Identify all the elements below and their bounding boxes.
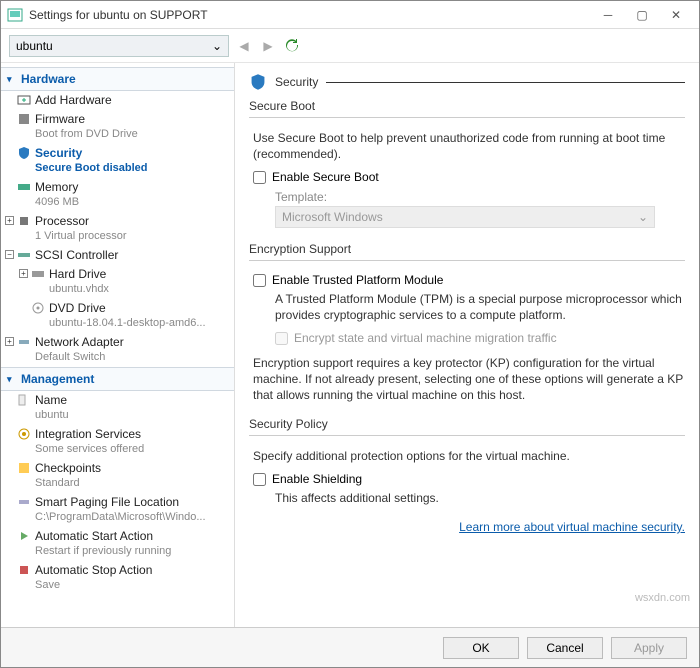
template-dropdown: Microsoft Windows ⌄ — [275, 206, 655, 228]
window-titlebar: Settings for ubuntu on SUPPORT ─ ▢ ✕ — [1, 1, 699, 29]
minimize-button[interactable]: ─ — [591, 4, 625, 26]
autostop-icon — [17, 563, 31, 577]
tree-network[interactable]: + Network Adapter Default Switch — [1, 333, 234, 367]
tree-add-hardware[interactable]: Add Hardware — [1, 91, 234, 110]
firmware-icon — [17, 112, 31, 126]
shield-icon — [249, 73, 267, 91]
watermark: wsxdn.com — [635, 592, 690, 604]
add-hardware-icon — [17, 93, 31, 107]
dialog-footer: OK Cancel Apply — [1, 627, 699, 667]
enable-secure-boot-checkbox[interactable]: Enable Secure Boot — [253, 170, 685, 184]
integration-icon — [17, 427, 31, 441]
expander-icon[interactable]: + — [5, 337, 14, 346]
tree-integration[interactable]: Integration Services Some services offer… — [1, 425, 234, 459]
expander-icon[interactable]: + — [19, 269, 28, 278]
tree-scsi[interactable]: − SCSI Controller — [1, 246, 234, 265]
tree-paging[interactable]: Smart Paging File Location C:\ProgramDat… — [1, 493, 234, 527]
nav-back-button[interactable]: ◀ — [235, 37, 253, 55]
refresh-button[interactable] — [283, 37, 301, 55]
tree-checkpoints[interactable]: Checkpoints Standard — [1, 459, 234, 493]
expander-icon[interactable]: − — [5, 250, 14, 259]
vm-selector-value: ubuntu — [16, 39, 53, 53]
chevron-down-icon: ⌄ — [638, 210, 648, 224]
tree-memory[interactable]: Memory 4096 MB — [1, 178, 234, 212]
vm-selector[interactable]: ubuntu ⌄ — [9, 35, 229, 57]
group-security-policy: Security Policy Specify additional prote… — [249, 417, 685, 506]
shield-icon — [17, 146, 31, 160]
encrypt-state-checkbox: Encrypt state and virtual machine migrat… — [275, 331, 685, 345]
maximize-button[interactable]: ▢ — [625, 4, 659, 26]
tree-autostop[interactable]: Automatic Stop Action Save — [1, 561, 234, 595]
close-button[interactable]: ✕ — [659, 4, 693, 26]
cancel-button[interactable]: Cancel — [527, 637, 603, 659]
section-management[interactable]: Management — [1, 367, 234, 391]
ok-button[interactable]: OK — [443, 637, 519, 659]
chevron-down-icon: ⌄ — [212, 39, 222, 53]
name-icon — [17, 393, 31, 407]
memory-icon — [17, 180, 31, 194]
app-icon — [7, 7, 23, 23]
scsi-icon — [17, 248, 31, 262]
group-secure-boot: Secure Boot Use Secure Boot to help prev… — [249, 99, 685, 228]
dvd-icon — [31, 301, 45, 315]
tree-security[interactable]: Security Secure Boot disabled — [1, 144, 234, 178]
toolbar: ubuntu ⌄ ◀ ▶ — [1, 29, 699, 63]
section-hardware[interactable]: Hardware — [1, 67, 234, 91]
expander-icon[interactable]: + — [5, 216, 14, 225]
tree-dvddrive[interactable]: DVD Drive ubuntu-18.04.1-desktop-amd6... — [1, 299, 234, 333]
tree-harddrive[interactable]: + Hard Drive ubuntu.vhdx — [1, 265, 234, 299]
enable-tpm-checkbox[interactable]: Enable Trusted Platform Module — [253, 273, 685, 287]
tree-autostart[interactable]: Automatic Start Action Restart if previo… — [1, 527, 234, 561]
tree-processor[interactable]: + Processor 1 Virtual processor — [1, 212, 234, 246]
apply-button[interactable]: Apply — [611, 637, 687, 659]
checkpoints-icon — [17, 461, 31, 475]
paging-icon — [17, 495, 31, 509]
settings-tree: Hardware Add Hardware Firmware Boot from… — [1, 63, 235, 627]
network-icon — [17, 335, 31, 349]
processor-icon — [17, 214, 31, 228]
enable-shielding-checkbox[interactable]: Enable Shielding — [253, 472, 685, 486]
nav-forward-button[interactable]: ▶ — [259, 37, 277, 55]
harddrive-icon — [31, 267, 45, 281]
content-pane: Security Secure Boot Use Secure Boot to … — [235, 63, 699, 627]
window-title: Settings for ubuntu on SUPPORT — [29, 8, 591, 22]
page-title: Security — [275, 75, 318, 89]
tree-firmware[interactable]: Firmware Boot from DVD Drive — [1, 110, 234, 144]
autostart-icon — [17, 529, 31, 543]
tree-name[interactable]: Name ubuntu — [1, 391, 234, 425]
learn-more-link[interactable]: Learn more about virtual machine securit… — [249, 520, 685, 534]
group-encryption: Encryption Support Enable Trusted Platfo… — [249, 242, 685, 403]
